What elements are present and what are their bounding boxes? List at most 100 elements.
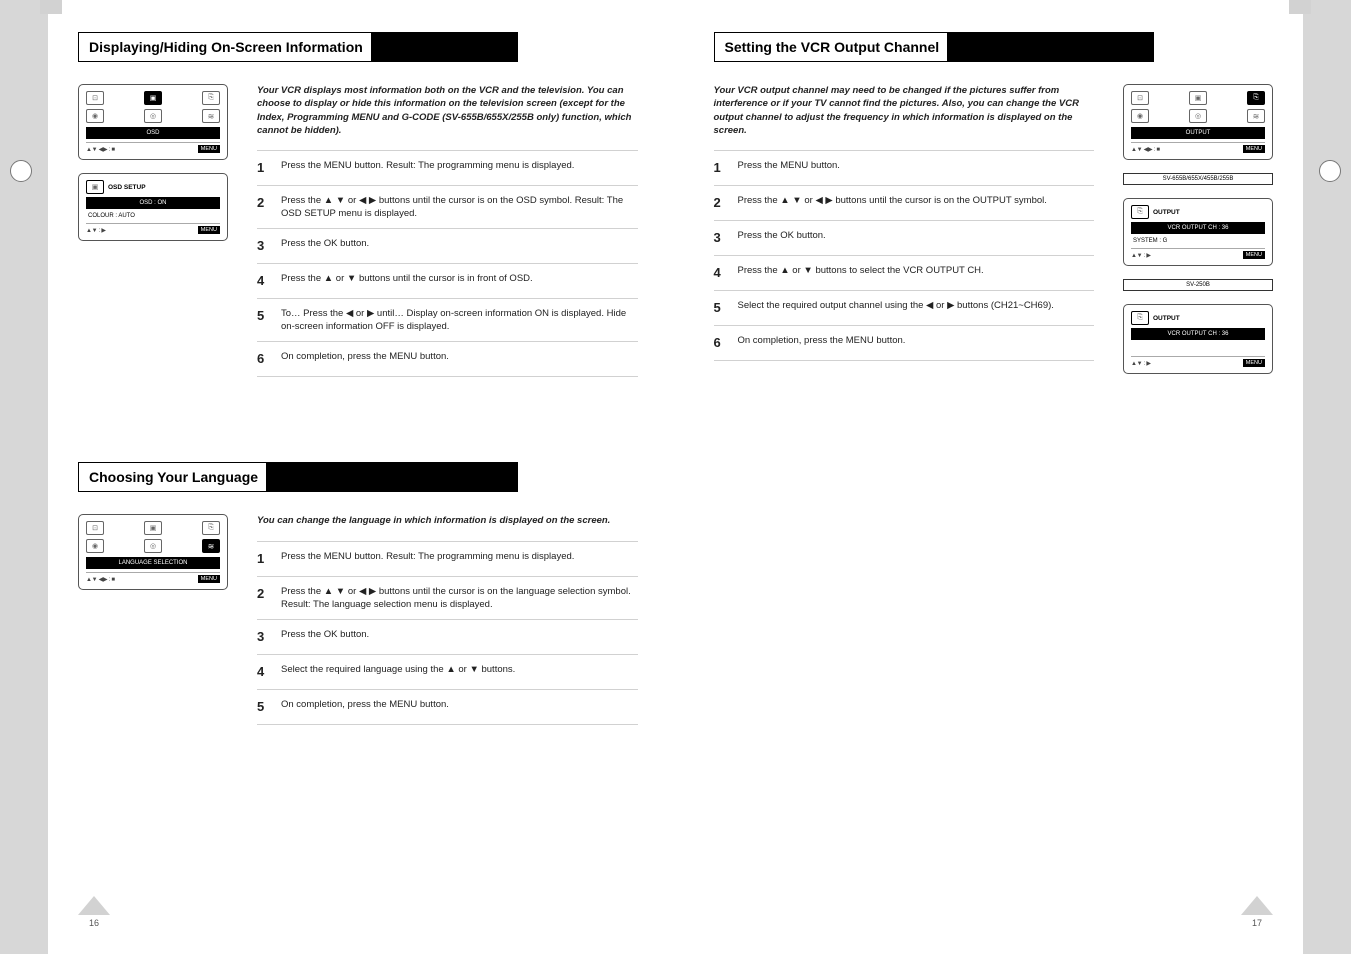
panel-bar-label: LANGUAGE SELECTION xyxy=(86,557,220,569)
step-body: Press the ▲ ▼ or ◀ ▶ buttons until the c… xyxy=(738,194,1095,212)
section-title: Setting the VCR Output Channel xyxy=(715,33,948,61)
step-body: Press the MENU button. xyxy=(738,159,1095,177)
step-number: 3 xyxy=(257,628,269,646)
osd-icon-selected: ▣ xyxy=(144,91,162,105)
page-number: 17 xyxy=(1252,918,1262,928)
content-area: ⊡ ▣ ⎘ ◉ ◎ OSD ▲▼ ◀▶ : ■ MENU xyxy=(78,84,638,377)
panel-keys: ▲▼ : ▶ xyxy=(1131,360,1151,367)
body-column: Your VCR displays most information both … xyxy=(257,84,638,377)
tape-icon: ◉ xyxy=(86,109,104,123)
panel-keys: ▲▼ ◀▶ : ■ xyxy=(86,576,115,583)
side-marker-circle xyxy=(1319,160,1341,182)
language-icon xyxy=(1247,109,1265,123)
step: 6 On completion, press the MENU button. xyxy=(714,325,1095,361)
step: 1 Press the MENU button. Result: The prog… xyxy=(257,150,638,185)
step-body: On completion, press the MENU button. xyxy=(738,334,1095,352)
step-body: To… Press the ◀ or ▶ until… Display on-s… xyxy=(281,307,638,333)
step-number: 4 xyxy=(257,663,269,681)
osd-icon: ▣ xyxy=(1189,91,1207,105)
clock-icon: ⊡ xyxy=(86,91,104,105)
clock-icon: ⊡ xyxy=(86,521,104,535)
step-number: 2 xyxy=(257,194,269,220)
step-number: 6 xyxy=(714,334,726,352)
step: 5 To… Press the ◀ or ▶ until… Display on-… xyxy=(257,298,638,341)
step-number: 5 xyxy=(714,299,726,317)
step: 1Press the MENU button. Result: The prog… xyxy=(257,541,638,576)
audio-icon: ◎ xyxy=(144,539,162,553)
screen-panel-output-a: ⎘ OUTPUT VCR OUTPUT CH : 36 SYSTEM : G ▲… xyxy=(1123,198,1273,266)
step-body: Press the ▲ or ▼ buttons until the curso… xyxy=(281,272,638,290)
section-title: Choosing Your Language xyxy=(79,463,266,491)
step: 4 Select the required language using the … xyxy=(257,654,638,689)
panel-row: COLOUR : AUTO xyxy=(86,212,220,220)
section-title-bar: Choosing Your Language xyxy=(78,462,518,492)
screen-panel-grid-output: ⊡ ▣ ⎘ ◉ ◎ OUTPUT ▲▼ ◀▶ : ■ MENU xyxy=(1123,84,1273,160)
section-lead: Your VCR output channel may need to be c… xyxy=(714,84,1095,137)
body-column: Your VCR output channel may need to be c… xyxy=(714,84,1095,374)
step: 3 Press the OK button. xyxy=(257,619,638,654)
step: 6On completion, press the MENU button. xyxy=(257,341,638,377)
step: 1 Press the MENU button. xyxy=(714,150,1095,185)
step: 4Press the ▲ or ▼ buttons until the curs… xyxy=(257,263,638,298)
step-number: 4 xyxy=(714,264,726,282)
step: 3 Press the OK button. xyxy=(257,228,638,263)
page-number: 16 xyxy=(89,918,99,928)
step-number: 3 xyxy=(257,237,269,255)
panel-row: SYSTEM : G xyxy=(1131,237,1265,245)
step: 4 Press the ▲ or ▼ buttons to select the … xyxy=(714,255,1095,290)
document-spread: Displaying/Hiding On-Screen Information … xyxy=(0,0,1351,954)
footer-triangle-icon xyxy=(78,896,110,915)
step-body: Press the MENU button. Result: The progr… xyxy=(281,159,638,177)
footer-triangle-icon xyxy=(1241,896,1273,915)
step-body: Press the OK button. xyxy=(281,237,638,255)
panel-keys: ▲▼ : ▶ xyxy=(86,227,106,234)
step-body: Press the ▲ or ▼ buttons to select the V… xyxy=(738,264,1095,282)
step-number: 1 xyxy=(257,159,269,177)
screen-panel-osd-setup: ▣ OSD SETUP OSD : ON COLOUR : AUTO ▲▼ : … xyxy=(78,173,228,241)
panel-keys: ▲▼ ◀▶ : ■ xyxy=(1131,146,1160,153)
panel-row: VCR OUTPUT CH : 36 xyxy=(1131,222,1265,234)
output-icon: ⎘ xyxy=(202,91,220,105)
step-number: 1 xyxy=(257,550,269,568)
panel-keys: ▲▼ : ▶ xyxy=(1131,252,1151,259)
panel-column: ⊡ ▣ ⎘ ◉ ◎ OUTPUT ▲▼ ◀▶ : ■ MENU xyxy=(1123,84,1273,374)
step: 5 On completion, press the MENU button. xyxy=(257,689,638,725)
section-title-bar: Displaying/Hiding On-Screen Information xyxy=(78,32,518,62)
step: 2Press the ▲ ▼ or ◀ ▶ buttons until the … xyxy=(257,185,638,228)
panel-menu-badge: MENU xyxy=(198,226,220,234)
step-body: Select the required language using the ▲… xyxy=(281,663,638,681)
panel-bar-label: OSD xyxy=(86,127,220,139)
panel-menu-badge: MENU xyxy=(1243,145,1265,153)
step: 2Press the ▲ ▼ or ◀ ▶ buttons until the … xyxy=(257,576,638,619)
panel-row: OSD : ON xyxy=(86,197,220,209)
side-marker-circle xyxy=(10,160,32,182)
screen-panel-grid-lang: ⊡ ▣ ⎘ ◉ ◎ LANGUAGE SELECTION ▲▼ ◀▶ : ■ M… xyxy=(78,514,228,590)
screen-panel-grid: ⊡ ▣ ⎘ ◉ ◎ OSD ▲▼ ◀▶ : ■ MENU xyxy=(78,84,228,160)
panel-row: VCR OUTPUT CH : 36 xyxy=(1131,328,1265,340)
osd-icon: ▣ xyxy=(144,521,162,535)
section-title: Displaying/Hiding On-Screen Information xyxy=(79,33,371,61)
panel-title: OUTPUT xyxy=(1153,209,1180,216)
content-area: ⊡ ▣ ⎘ ◉ ◎ OUTPUT ▲▼ ◀▶ : ■ MENU xyxy=(714,84,1274,374)
panel-menu-badge: MENU xyxy=(1243,359,1265,367)
step-body: Press the OK button. xyxy=(281,628,638,646)
page-left: Displaying/Hiding On-Screen Information … xyxy=(0,0,676,954)
page-right: Setting the VCR Output Channel ⊡ ▣ ⎘ ◉ ◎ xyxy=(676,0,1351,954)
panel-caption: SV-250B xyxy=(1123,279,1273,291)
tape-icon: ◉ xyxy=(1131,109,1149,123)
panel-keys: ▲▼ ◀▶ : ■ xyxy=(86,146,115,153)
step-body: Press the OK button. xyxy=(738,229,1095,247)
panel-menu-badge: MENU xyxy=(198,575,220,583)
step-number: 5 xyxy=(257,307,269,333)
panel-column: ⊡ ▣ ⎘ ◉ ◎ OSD ▲▼ ◀▶ : ■ MENU xyxy=(78,84,228,377)
step-number: 1 xyxy=(714,159,726,177)
step-body: Select the required output channel using… xyxy=(738,299,1095,317)
section-lead: Your VCR displays most information both … xyxy=(257,84,638,137)
step-number: 5 xyxy=(257,698,269,716)
corner-tab xyxy=(1289,0,1311,14)
step-number: 2 xyxy=(714,194,726,212)
step-number: 6 xyxy=(257,350,269,368)
clock-icon: ⊡ xyxy=(1131,91,1149,105)
step-number: 2 xyxy=(257,585,269,611)
step-body: On completion, press the MENU button. xyxy=(281,698,638,716)
